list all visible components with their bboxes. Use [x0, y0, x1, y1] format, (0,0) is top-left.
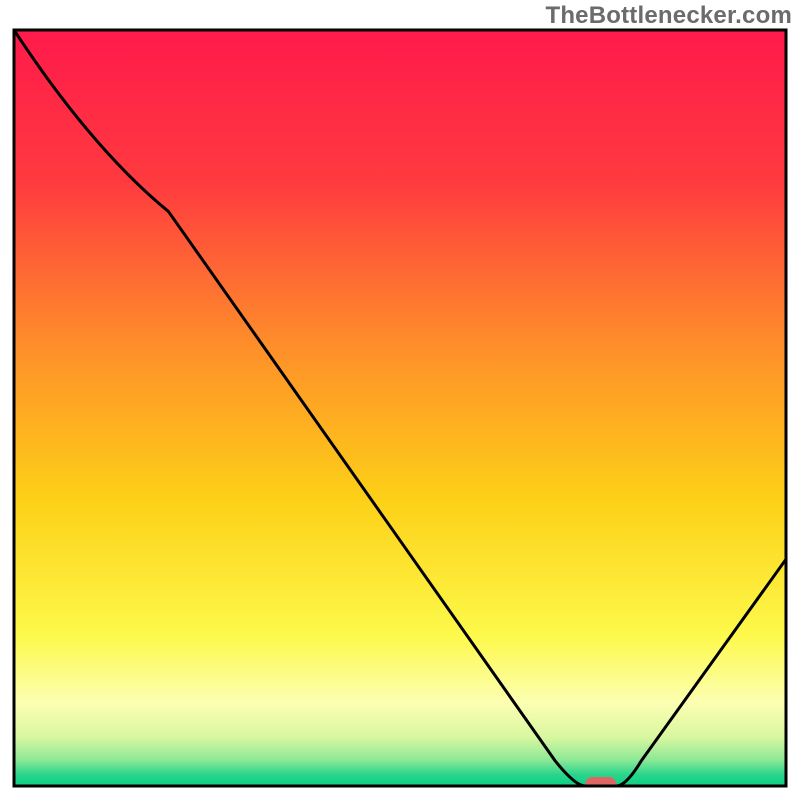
plot-area	[14, 30, 786, 791]
optimal-marker	[585, 777, 616, 791]
chart-container: TheBottlenecker.com	[0, 0, 800, 800]
bottleneck-chart	[0, 0, 800, 800]
gradient-background	[14, 30, 786, 786]
watermark-label: TheBottlenecker.com	[545, 2, 792, 30]
